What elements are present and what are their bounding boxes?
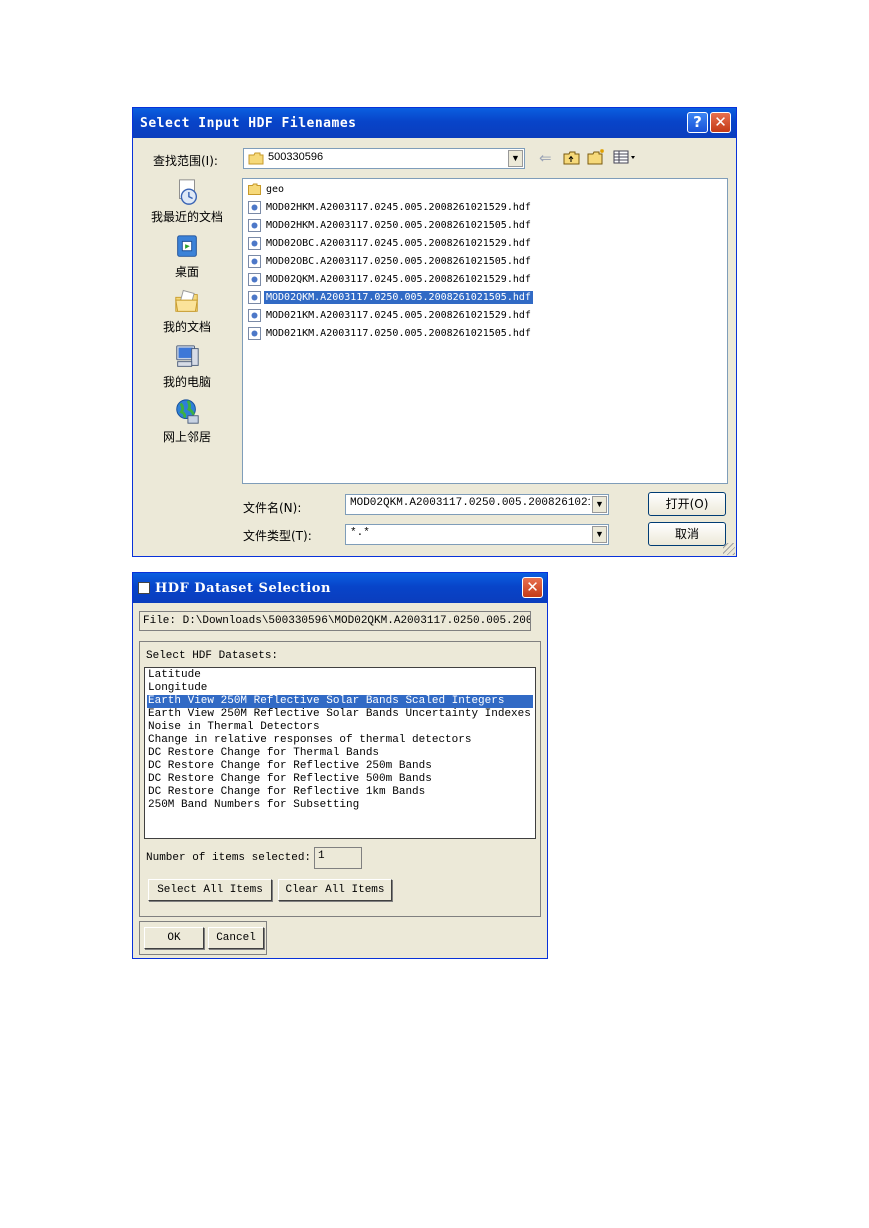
filetype-value: *.* xyxy=(350,527,370,539)
list-item-selected[interactable]: Earth View 250M Reflective Solar Bands S… xyxy=(147,695,533,708)
place-network[interactable]: 网上邻居 xyxy=(141,398,233,445)
close-button[interactable]: ✕ xyxy=(710,112,731,133)
dataset-list[interactable]: Latitude Longitude Earth View 250M Refle… xyxy=(144,667,536,839)
file-icon xyxy=(248,290,261,304)
count-label: Number of items selected: xyxy=(146,852,312,864)
ok-button[interactable]: OK xyxy=(144,927,204,949)
folder-icon xyxy=(248,183,261,195)
place-recent[interactable]: 我最近的文档 xyxy=(141,178,233,225)
file-icon xyxy=(248,254,261,268)
filename-field[interactable]: MOD02QKM.A2003117.0250.005.200826102150 … xyxy=(345,494,609,515)
list-item[interactable]: DC Restore Change for Reflective 1km Ban… xyxy=(147,786,533,799)
file-name: MOD021KM.A2003117.0250.005.2008261021505… xyxy=(266,327,531,339)
list-item[interactable]: MOD02HKM.A2003117.0245.005.2008261021529… xyxy=(248,199,533,215)
list-item[interactable]: Earth View 250M Reflective Solar Bands U… xyxy=(147,708,533,721)
resize-grip-icon[interactable] xyxy=(723,543,735,555)
application-icon xyxy=(138,582,150,594)
file-path-text: File: D:\Downloads\500330596\MOD02QKM.A2… xyxy=(143,615,531,627)
place-my-documents[interactable]: 我的文档 xyxy=(141,288,233,335)
chevron-down-icon[interactable]: ▼ xyxy=(592,496,607,513)
ok-cancel-group: OK Cancel xyxy=(139,921,267,955)
file-icon xyxy=(248,236,261,250)
filename-label: 文件名(N): xyxy=(243,501,302,515)
desktop-icon xyxy=(177,235,197,257)
place-desktop[interactable]: 桌面 xyxy=(141,233,233,280)
back-icon[interactable]: ⇐ xyxy=(539,149,552,167)
chevron-down-icon[interactable]: ▼ xyxy=(508,150,523,167)
list-item[interactable]: MOD021KM.A2003117.0250.005.2008261021505… xyxy=(248,325,533,341)
lookin-label: 查找范围(I): xyxy=(153,154,218,168)
list-item[interactable]: DC Restore Change for Reflective 500m Ba… xyxy=(147,773,533,786)
place-label: 桌面 xyxy=(174,265,199,279)
filetype-label: 文件类型(T): xyxy=(243,529,312,543)
list-item-selected[interactable]: MOD02QKM.A2003117.0250.005.2008261021505… xyxy=(248,289,533,305)
lookin-value: 500330596 xyxy=(268,151,324,163)
file-icon xyxy=(248,308,261,322)
dialog-title: Select Input HDF Filenames xyxy=(140,116,357,131)
file-icon xyxy=(248,200,261,214)
select-all-button[interactable]: Select All Items xyxy=(148,879,272,901)
file-path-field[interactable]: File: D:\Downloads\500330596\MOD02QKM.A2… xyxy=(139,611,531,631)
list-item[interactable]: 250M Band Numbers for Subsetting xyxy=(147,799,533,812)
group-label: Select HDF Datasets: xyxy=(146,650,279,662)
open-button[interactable]: 打开(O) xyxy=(648,492,726,516)
place-my-computer[interactable]: 我的电脑 xyxy=(141,343,233,390)
list-item[interactable]: Latitude xyxy=(147,669,533,682)
list-item-folder[interactable]: geo xyxy=(248,181,286,197)
my-documents-icon xyxy=(175,289,198,312)
list-item[interactable]: MOD02OBC.A2003117.0250.005.2008261021505… xyxy=(248,253,533,269)
list-item[interactable]: MOD02QKM.A2003117.0245.005.2008261021529… xyxy=(248,271,533,287)
folder-icon xyxy=(248,152,264,165)
hdf-dataset-dialog: HDF Dataset Selection ✕ File: D:\Downloa… xyxy=(132,572,548,959)
dataset-group: Select HDF Datasets: Latitude Longitude … xyxy=(139,641,541,917)
count-field[interactable]: 1 xyxy=(314,847,362,869)
list-item[interactable]: DC Restore Change for Reflective 250m Ba… xyxy=(147,760,533,773)
up-folder-icon[interactable] xyxy=(563,150,581,166)
my-computer-icon xyxy=(176,345,199,367)
file-name: MOD02QKM.A2003117.0245.005.2008261021529… xyxy=(266,273,531,285)
list-item[interactable]: Noise in Thermal Detectors xyxy=(147,721,533,734)
file-name: geo xyxy=(266,183,285,195)
lookin-combo[interactable]: 500330596 ▼ xyxy=(243,148,525,169)
file-name: MOD02HKM.A2003117.0250.005.2008261021505… xyxy=(266,219,531,231)
new-folder-icon[interactable] xyxy=(587,148,607,166)
list-item[interactable]: DC Restore Change for Thermal Bands xyxy=(147,747,533,760)
place-label: 我的文档 xyxy=(162,320,211,334)
chevron-down-icon[interactable]: ▼ xyxy=(592,526,607,543)
place-label: 我最近的文档 xyxy=(150,210,223,224)
place-label: 网上邻居 xyxy=(162,430,211,444)
cancel-button[interactable]: 取消 xyxy=(648,522,726,546)
list-item[interactable]: MOD02HKM.A2003117.0250.005.2008261021505… xyxy=(248,217,533,233)
file-icon xyxy=(248,218,261,232)
list-item[interactable]: Longitude xyxy=(147,682,533,695)
recent-documents-icon xyxy=(179,179,198,205)
dialog-title: HDF Dataset Selection xyxy=(155,581,331,596)
cancel-button[interactable]: Cancel xyxy=(208,927,264,949)
file-name: MOD021KM.A2003117.0245.005.2008261021529… xyxy=(266,309,531,321)
file-name: MOD02OBC.A2003117.0245.005.2008261021529… xyxy=(266,237,531,249)
file-list[interactable]: geo MOD02HKM.A2003117.0245.005.200826102… xyxy=(242,178,728,484)
view-menu-icon[interactable] xyxy=(613,150,639,164)
list-item[interactable]: MOD02OBC.A2003117.0245.005.2008261021529… xyxy=(248,235,533,251)
file-open-dialog: Select Input HDF Filenames ? ✕ 查找范围(I): … xyxy=(132,107,737,557)
place-label: 我的电脑 xyxy=(162,375,211,389)
file-icon xyxy=(248,326,261,340)
file-icon xyxy=(248,272,261,286)
close-button[interactable]: ✕ xyxy=(522,577,543,598)
filetype-combo[interactable]: *.* ▼ xyxy=(345,524,609,545)
list-item[interactable]: Change in relative responses of thermal … xyxy=(147,734,533,747)
title-bar[interactable]: Select Input HDF Filenames ? ✕ xyxy=(133,108,736,138)
help-button[interactable]: ? xyxy=(687,112,708,133)
file-name: MOD02OBC.A2003117.0250.005.2008261021505… xyxy=(266,255,531,267)
file-name: MOD02QKM.A2003117.0250.005.2008261021505… xyxy=(264,290,533,304)
filename-value: MOD02QKM.A2003117.0250.005.200826102150 xyxy=(350,497,590,509)
title-bar[interactable]: HDF Dataset Selection ✕ xyxy=(133,573,547,603)
clear-all-button[interactable]: Clear All Items xyxy=(278,879,392,901)
list-item[interactable]: MOD021KM.A2003117.0245.005.2008261021529… xyxy=(248,307,533,323)
file-name: MOD02HKM.A2003117.0245.005.2008261021529… xyxy=(266,201,531,213)
network-places-icon xyxy=(176,399,199,424)
